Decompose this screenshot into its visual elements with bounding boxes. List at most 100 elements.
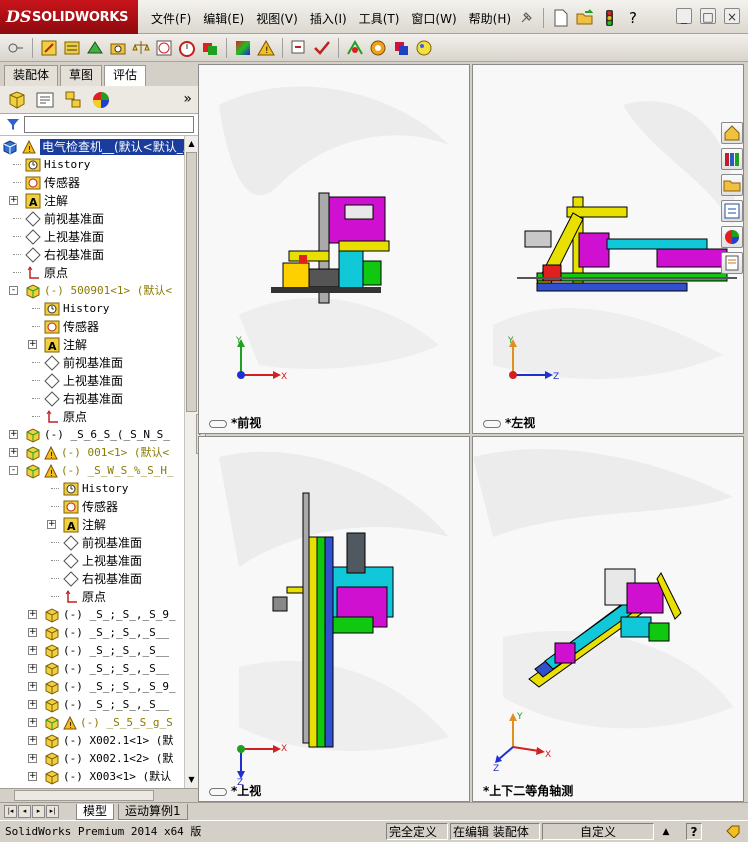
expand-toggle-icon[interactable]: +: [28, 340, 37, 349]
simulation-icon[interactable]: [345, 38, 365, 58]
tree-item[interactable]: + (-) _S_6_S_(_S_N_S_: [0, 426, 184, 444]
open-folder-icon[interactable]: [575, 8, 595, 28]
units-caret-icon[interactable]: ▲: [656, 823, 676, 840]
filter-icon[interactable]: [6, 117, 20, 131]
pin-icon[interactable]: [516, 8, 536, 28]
expand-toggle-icon[interactable]: +: [28, 682, 37, 691]
compare-icon[interactable]: [289, 38, 309, 58]
restore-button[interactable]: □: [700, 8, 716, 24]
appearances-scenes-icon[interactable]: [721, 226, 743, 248]
interference-icon[interactable]: [200, 38, 220, 58]
expand-toggle-icon[interactable]: +: [47, 520, 56, 529]
expand-toggle-icon[interactable]: +: [28, 754, 37, 763]
first-tab-arrow-icon[interactable]: |◂: [4, 805, 17, 818]
menu-window[interactable]: 窗口(W): [405, 10, 462, 28]
link-views-icon[interactable]: [483, 419, 501, 428]
tree-item[interactable]: +! (-) 001<1> (默认<: [0, 444, 184, 462]
design-library-icon[interactable]: [721, 148, 743, 170]
expand-toggle-icon[interactable]: +: [28, 610, 37, 619]
expand-chevron-icon[interactable]: »: [183, 91, 192, 107]
check-icon[interactable]: [312, 38, 332, 58]
menu-view[interactable]: 视图(V): [250, 10, 304, 28]
tree-item[interactable]: -! (-) _S_W_S_%_S_H_: [0, 462, 184, 480]
tree-item[interactable]: + (-) _S_;_S_,_S__: [0, 624, 184, 642]
expand-toggle-icon[interactable]: +: [9, 430, 18, 439]
tree-item[interactable]: 上视基准面: [0, 228, 184, 246]
tree-item[interactable]: History: [0, 300, 184, 318]
collapse-toggle-icon[interactable]: -: [9, 466, 18, 475]
scroll-up-arrow-icon[interactable]: ▲: [186, 138, 197, 150]
viewport-isometric[interactable]: Y X Z *上下二等角轴测: [472, 436, 744, 802]
tree-item[interactable]: + A 注解: [0, 516, 184, 534]
section-properties-icon[interactable]: [85, 38, 105, 58]
tree-item[interactable]: + A 注解: [0, 192, 184, 210]
link-views-icon[interactable]: [209, 419, 227, 428]
status-units[interactable]: 自定义: [542, 823, 654, 840]
warning-icon[interactable]: !: [256, 38, 276, 58]
tree-item[interactable]: + (-) _S_;_S_,_S_9_: [0, 678, 184, 696]
tree-item[interactable]: 传感器: [0, 174, 184, 192]
expand-toggle-icon[interactable]: +: [28, 664, 37, 673]
expand-toggle-icon[interactable]: +: [28, 718, 37, 727]
tree-item[interactable]: 右视基准面: [0, 570, 184, 588]
tree-item[interactable]: 右视基准面: [0, 246, 184, 264]
filter-input[interactable]: [24, 116, 194, 133]
new-document-icon[interactable]: [551, 8, 571, 28]
file-explorer-icon[interactable]: [721, 174, 743, 196]
tree-vertical-scrollbar[interactable]: ▲ ▼: [184, 136, 198, 788]
expand-toggle-icon[interactable]: +: [28, 646, 37, 655]
tree-item[interactable]: + (-) _S_;_S_,_S__: [0, 660, 184, 678]
tree-item[interactable]: + (-) _S_;_S_,_S_9_: [0, 606, 184, 624]
prev-tab-arrow-icon[interactable]: ◂: [18, 805, 31, 818]
hscroll-thumb[interactable]: [14, 790, 154, 801]
property-manager-icon[interactable]: [34, 89, 56, 111]
expand-toggle-icon[interactable]: +: [9, 448, 18, 457]
balance-icon[interactable]: [131, 38, 151, 58]
tree-item[interactable]: 传感器: [0, 498, 184, 516]
link-views-icon[interactable]: [209, 787, 227, 796]
appearance-icon[interactable]: [414, 38, 434, 58]
expand-toggle-icon[interactable]: +: [9, 196, 18, 205]
tree-item[interactable]: - (-) 500901<1> (默认<: [0, 282, 184, 300]
expand-toggle-icon[interactable]: +: [28, 772, 37, 781]
measure-icon[interactable]: [39, 38, 59, 58]
tree-item[interactable]: 传感器: [0, 318, 184, 336]
viewport-front[interactable]: Y X *前视: [198, 64, 470, 434]
tree-item[interactable]: + (-) _S_;_S_,_S__: [0, 642, 184, 660]
tree-item[interactable]: + (-) _S_;_S_,_S__: [0, 696, 184, 714]
tree-item[interactable]: 上视基准面: [0, 552, 184, 570]
viewport-left[interactable]: Y Z *左视: [472, 64, 744, 434]
tree-horizontal-scrollbar[interactable]: [0, 788, 198, 802]
solidworks-logo[interactable]: DS SOLIDWORKS: [0, 0, 138, 34]
viewport-top[interactable]: X Z *上视: [198, 436, 470, 802]
tree-item[interactable]: 前视基准面: [0, 210, 184, 228]
view-palette-icon[interactable]: [721, 200, 743, 222]
menu-help[interactable]: 帮助(H): [463, 10, 517, 28]
tree-item[interactable]: History: [0, 480, 184, 498]
sensor-icon[interactable]: [108, 38, 128, 58]
expand-toggle-icon[interactable]: +: [28, 736, 37, 745]
feature-tree-icon[interactable]: [6, 89, 28, 111]
tab-sketch[interactable]: 草图: [60, 65, 103, 86]
statistics-icon[interactable]: [154, 38, 174, 58]
tree-item[interactable]: 原点: [0, 264, 184, 282]
expand-toggle-icon[interactable]: +: [28, 700, 37, 709]
tree-item[interactable]: 右视基准面: [0, 390, 184, 408]
display-manager-icon[interactable]: [90, 89, 112, 111]
close-button[interactable]: ×: [724, 8, 740, 24]
scroll-down-arrow-icon[interactable]: ▼: [186, 774, 197, 786]
tree-item[interactable]: 上视基准面: [0, 372, 184, 390]
tree-item[interactable]: +! (-) _S_5_S_g_S: [0, 714, 184, 732]
collapse-toggle-icon[interactable]: -: [9, 286, 18, 295]
tab-evaluate[interactable]: 评估: [104, 65, 147, 87]
menu-edit[interactable]: 编辑(E): [197, 10, 250, 28]
tree-item[interactable]: History: [0, 156, 184, 174]
tree-item[interactable]: + A 注解: [0, 336, 184, 354]
zebra-stripes-icon[interactable]: [233, 38, 253, 58]
mass-properties-icon[interactable]: [62, 38, 82, 58]
menu-tools[interactable]: 工具(T): [353, 10, 406, 28]
tree-item[interactable]: 原点: [0, 408, 184, 426]
solidworks-resources-icon[interactable]: [721, 122, 743, 144]
minimize-button[interactable]: _: [676, 8, 692, 24]
traffic-light-icon[interactable]: [599, 8, 619, 28]
